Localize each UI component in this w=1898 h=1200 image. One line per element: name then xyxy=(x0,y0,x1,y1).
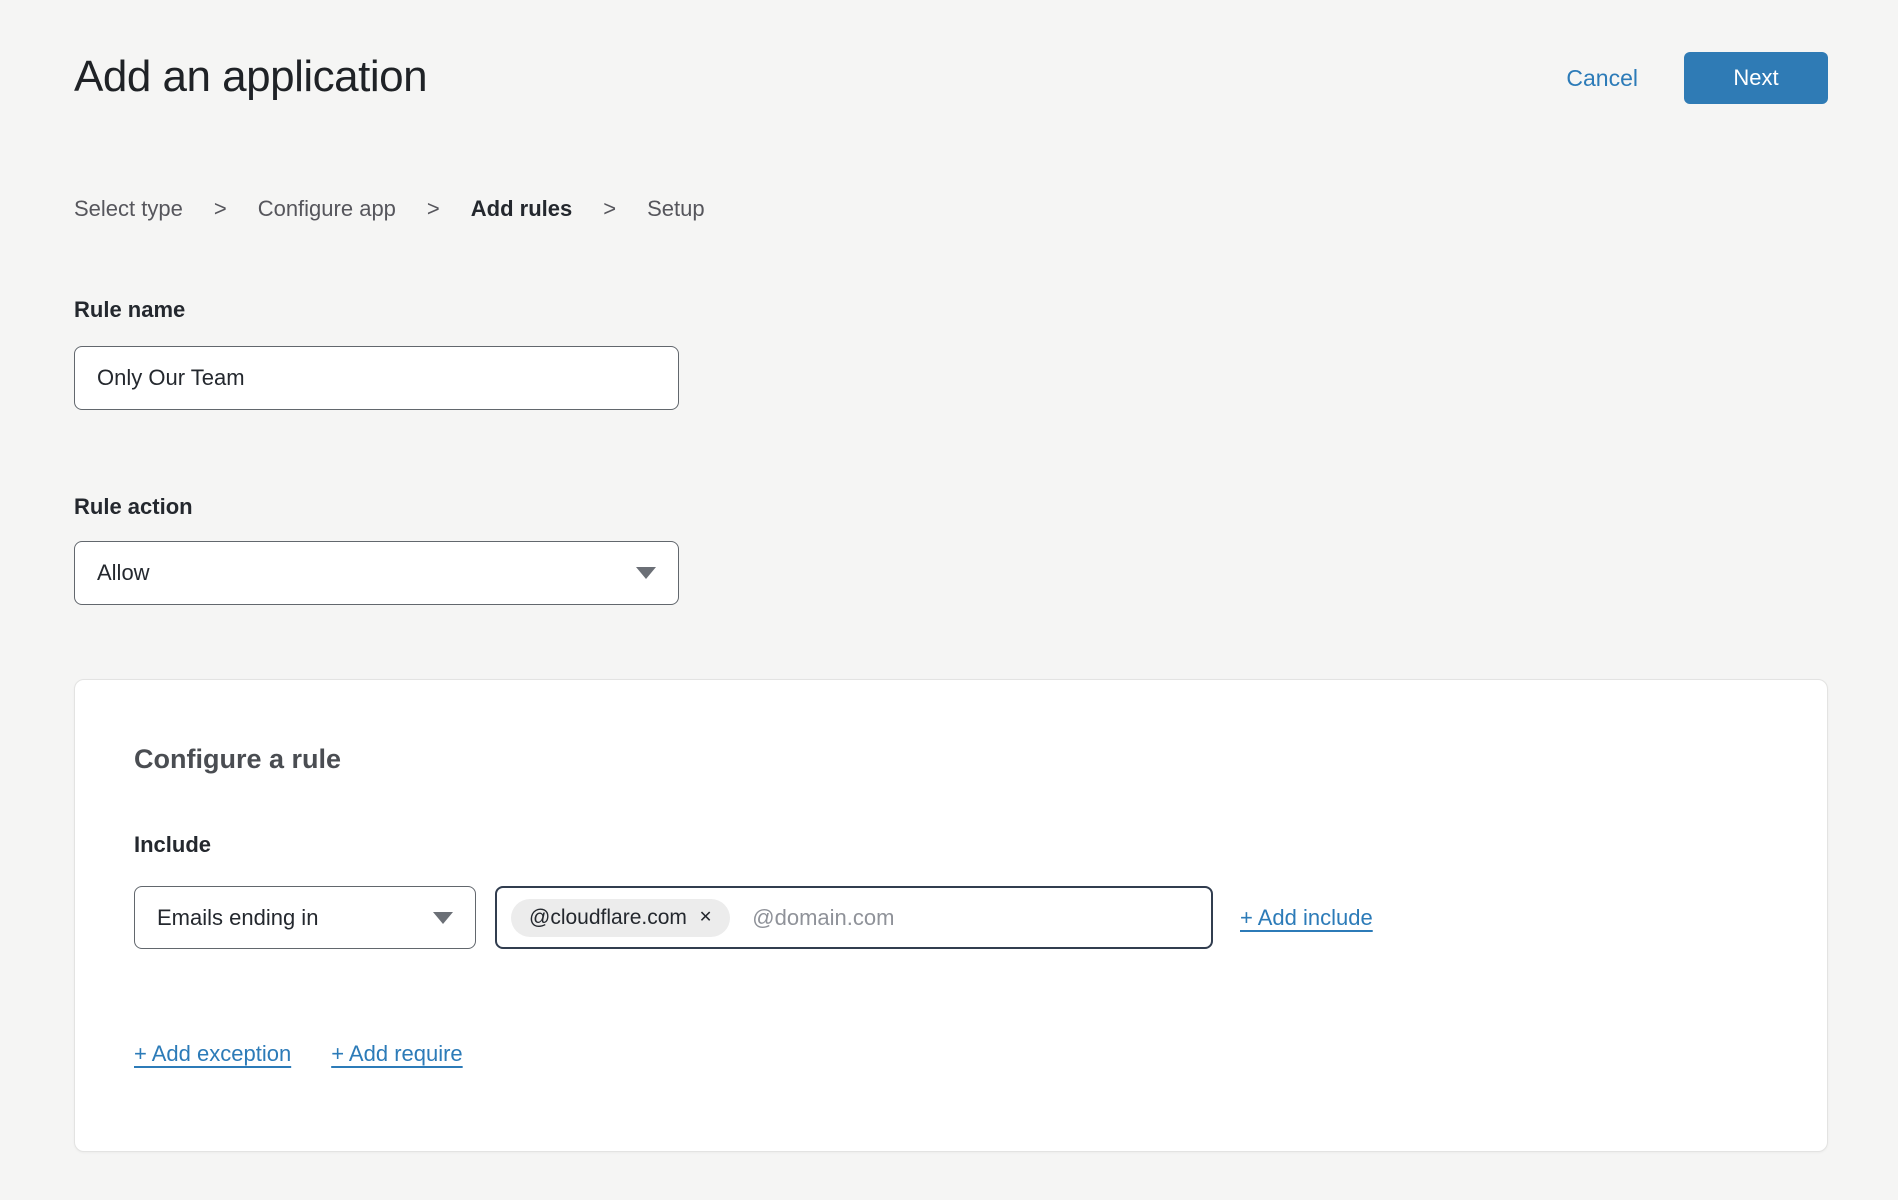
caret-down-icon xyxy=(433,912,453,924)
breadcrumb-step-configure-app[interactable]: Configure app xyxy=(258,196,396,222)
header-actions: Cancel Next xyxy=(1566,52,1828,104)
rule-card-title: Configure a rule xyxy=(134,744,341,775)
include-rule-row: Emails ending in @cloudflare.com ✕ + Add… xyxy=(134,886,1768,949)
next-button[interactable]: Next xyxy=(1684,52,1828,104)
breadcrumb: Select type > Configure app > Add rules … xyxy=(74,196,705,222)
rule-action-label: Rule action xyxy=(74,494,193,520)
breadcrumb-separator-icon: > xyxy=(427,196,440,222)
chip-remove-icon[interactable]: ✕ xyxy=(699,910,712,926)
add-exception-link[interactable]: + Add exception xyxy=(134,1041,291,1067)
caret-down-icon xyxy=(636,567,656,579)
include-type-select[interactable]: Emails ending in xyxy=(134,886,476,949)
breadcrumb-step-add-rules[interactable]: Add rules xyxy=(471,196,572,222)
cancel-button[interactable]: Cancel xyxy=(1566,65,1638,92)
breadcrumb-step-select-type[interactable]: Select type xyxy=(74,196,183,222)
rule-card-links: + Add exception + Add require xyxy=(134,1041,463,1067)
page-title: Add an application xyxy=(74,52,427,102)
email-domain-chip-input[interactable]: @cloudflare.com ✕ xyxy=(495,886,1213,949)
breadcrumb-separator-icon: > xyxy=(214,196,227,222)
domain-entry-input[interactable] xyxy=(752,905,1197,931)
rule-name-label: Rule name xyxy=(74,297,185,323)
rule-name-input[interactable] xyxy=(74,346,679,410)
rule-action-select[interactable]: Allow xyxy=(74,541,679,605)
add-application-page: Add an application Cancel Next Select ty… xyxy=(0,0,1898,1200)
include-type-selected-value: Emails ending in xyxy=(157,905,318,931)
chip-label: @cloudflare.com xyxy=(529,906,687,930)
breadcrumb-separator-icon: > xyxy=(603,196,616,222)
add-include-link[interactable]: + Add include xyxy=(1240,905,1373,931)
email-domain-chip: @cloudflare.com ✕ xyxy=(511,899,730,937)
breadcrumb-step-setup[interactable]: Setup xyxy=(647,196,705,222)
rule-action-selected-value: Allow xyxy=(97,560,150,586)
configure-rule-card: Configure a rule Include Emails ending i… xyxy=(74,679,1828,1152)
include-label: Include xyxy=(134,832,211,858)
add-require-link[interactable]: + Add require xyxy=(331,1041,462,1067)
